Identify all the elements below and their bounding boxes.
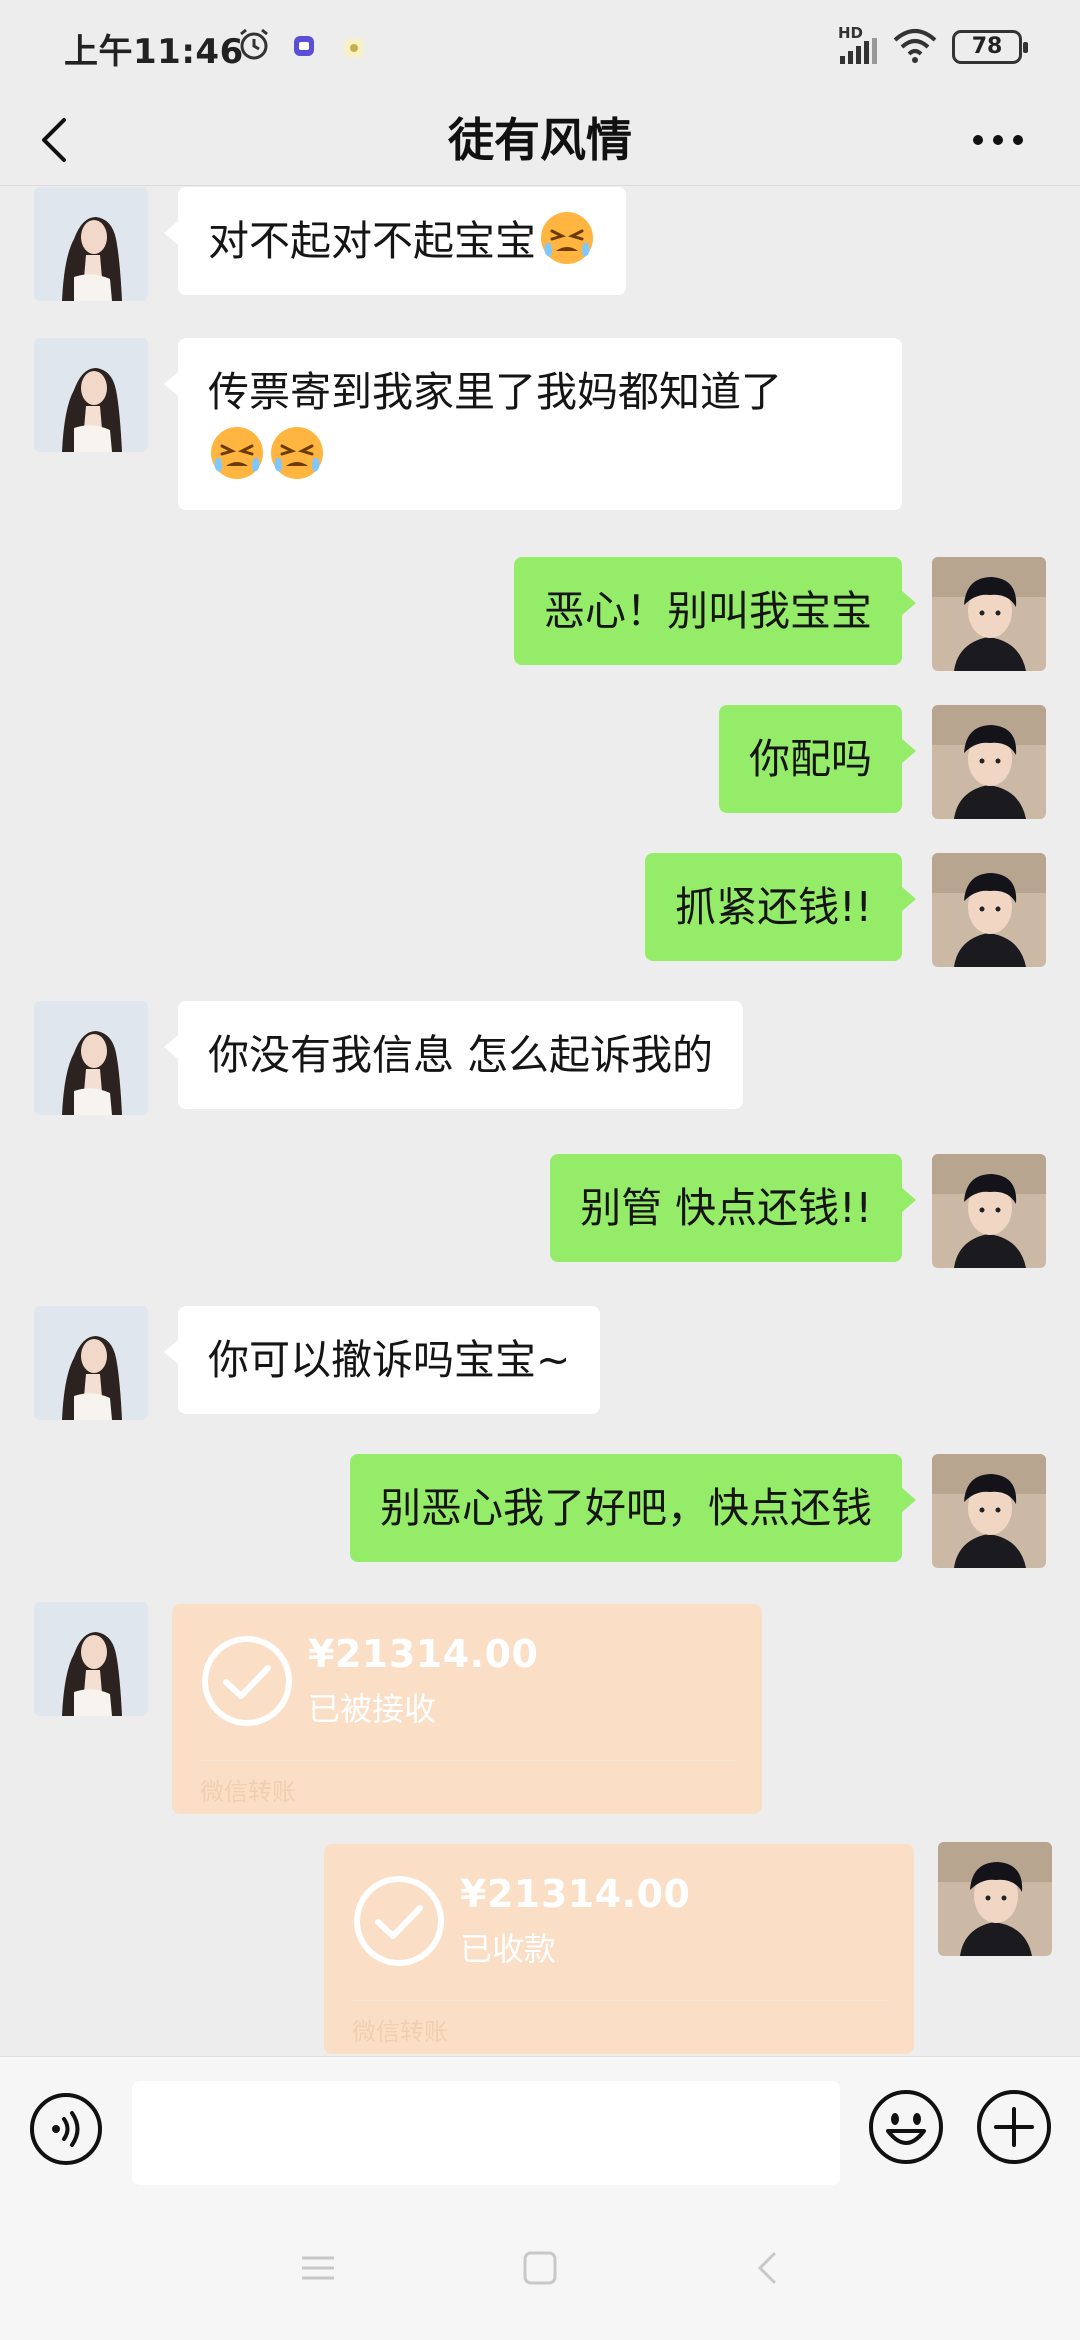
- message-text: 你可以撤诉吗宝宝~: [208, 1336, 571, 1384]
- chat-header: 徒有风情: [0, 96, 1080, 186]
- more-dots-icon[interactable]: [968, 118, 1028, 162]
- check-circle-icon: [202, 1636, 292, 1726]
- message-text: 对不起对不起宝宝: [208, 217, 536, 265]
- message-bubble-outgoing[interactable]: 别恶心我了好吧，快点还钱: [350, 1454, 916, 1562]
- back-nav-icon[interactable]: [746, 2248, 790, 2288]
- message-bubble-outgoing[interactable]: 别管 快点还钱!!: [550, 1154, 916, 1262]
- input-bar: [0, 2056, 1080, 2196]
- contact-avatar[interactable]: [34, 1001, 148, 1115]
- cry-emoji-icon: [268, 424, 326, 482]
- message-text: 恶心！别叫我宝宝: [544, 587, 872, 635]
- home-icon[interactable]: [518, 2248, 562, 2288]
- message-text: 别管 快点还钱!!: [580, 1184, 872, 1232]
- message-bubble-incoming[interactable]: 你没有我信息 怎么起诉我的: [163, 1001, 744, 1109]
- plus-icon[interactable]: [974, 2087, 1054, 2167]
- my-avatar[interactable]: [932, 705, 1046, 819]
- my-avatar[interactable]: [932, 853, 1046, 967]
- message-bubble-outgoing[interactable]: 恶心！别叫我宝宝: [514, 557, 916, 665]
- system-navigation-bar: [0, 2196, 1080, 2340]
- message-input[interactable]: [132, 2081, 840, 2185]
- transfer-amount: ¥21314.00: [460, 1872, 691, 1916]
- status-bar: 上午11:46 HD 78: [0, 0, 1080, 96]
- transfer-card[interactable]: ¥21314.00 已收款 微信转账: [324, 1844, 914, 2054]
- battery-indicator: 78: [952, 30, 1028, 64]
- app-notification-icon: [294, 36, 314, 56]
- message-text: 抓紧还钱!!: [675, 883, 872, 931]
- message-text: 传票寄到我家里了我妈都知道了: [208, 368, 782, 416]
- signal-icon: [840, 38, 877, 64]
- transfer-status: 已被接收: [308, 1690, 437, 1728]
- message-bubble-incoming[interactable]: 你可以撤诉吗宝宝~: [163, 1306, 601, 1414]
- transfer-amount: ¥21314.00: [308, 1632, 539, 1676]
- message-bubble-incoming[interactable]: 传票寄到我家里了我妈都知道了: [164, 338, 902, 510]
- alarm-icon: [240, 28, 268, 60]
- wifi-icon: [893, 29, 937, 63]
- check-circle-icon: [354, 1876, 444, 1966]
- contact-avatar[interactable]: [34, 1602, 148, 1716]
- chat-messages[interactable]: 对不起对不起宝宝 传票寄到我家里了我妈都知道了 恶心！别叫我宝宝 你配吗 抓紧还…: [0, 187, 1080, 2055]
- transfer-card[interactable]: ¥21314.00 已被接收 微信转账: [172, 1604, 762, 1814]
- transfer-status: 已收款: [460, 1930, 557, 1968]
- message-bubble-outgoing[interactable]: 你配吗: [719, 705, 916, 813]
- emoji-icon[interactable]: [866, 2087, 946, 2167]
- message-bubble-incoming[interactable]: 对不起对不起宝宝: [164, 187, 626, 295]
- voice-icon[interactable]: [28, 2091, 104, 2167]
- contact-avatar[interactable]: [34, 187, 148, 301]
- my-avatar[interactable]: [938, 1842, 1052, 1956]
- back-button[interactable]: [34, 112, 74, 168]
- menu-icon[interactable]: [296, 2248, 340, 2288]
- message-text: 你没有我信息 怎么起诉我的: [208, 1031, 714, 1079]
- transfer-footer: 微信转账: [200, 1778, 296, 1806]
- message-text: 别恶心我了好吧，快点还钱: [380, 1484, 872, 1532]
- transfer-footer: 微信转账: [352, 2018, 448, 2046]
- transfer-divider: [200, 1760, 734, 1761]
- my-avatar[interactable]: [932, 1454, 1046, 1568]
- app-notification-icon-2: [344, 38, 364, 58]
- chat-title: 徒有风情: [448, 113, 632, 167]
- status-time: 上午11:46: [64, 32, 244, 72]
- my-avatar[interactable]: [932, 1154, 1046, 1268]
- message-bubble-outgoing[interactable]: 抓紧还钱!!: [645, 853, 916, 961]
- cry-emoji-icon: [208, 424, 266, 482]
- cry-emoji-icon: [538, 209, 596, 267]
- my-avatar[interactable]: [932, 557, 1046, 671]
- transfer-divider: [352, 2000, 886, 2001]
- message-text: 你配吗: [749, 735, 872, 783]
- contact-avatar[interactable]: [34, 1306, 148, 1420]
- contact-avatar[interactable]: [34, 338, 148, 452]
